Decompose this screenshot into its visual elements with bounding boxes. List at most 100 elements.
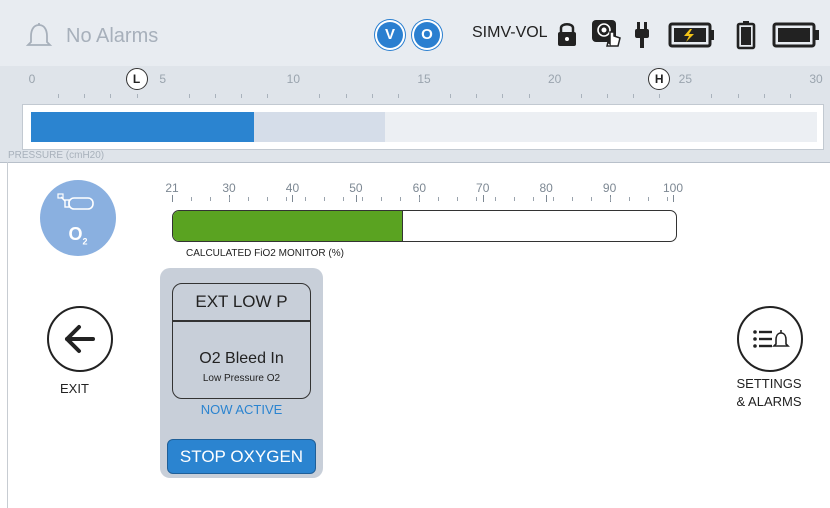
pressure-minor-tick: [84, 94, 86, 98]
pressure-minor-tick: [214, 94, 216, 98]
fio2-minor-tick: [666, 197, 668, 201]
exit-button[interactable]: [47, 306, 113, 372]
arrow-left-icon: [65, 325, 95, 353]
fio2-major-tick: [482, 195, 484, 202]
ventilation-mode: SIMV-VOL: [472, 24, 548, 41]
fio2-minor-tick: [571, 197, 573, 201]
bell-icon: [25, 23, 53, 46]
pressure-minor-tick: [319, 94, 321, 98]
lock-icon[interactable]: [556, 20, 578, 48]
pressure-tick-label: 0: [28, 72, 36, 86]
fio2-minor-tick: [343, 197, 345, 201]
fio2-minor-tick: [647, 197, 649, 201]
settings-label-line1: SETTINGS: [736, 376, 802, 391]
pressure-minor-tick: [371, 94, 373, 98]
badge-v: V: [377, 22, 403, 48]
fio2-minor-tick: [210, 197, 212, 201]
o2-subscript: 2: [82, 236, 88, 247]
pressure-minor-tick: [241, 94, 243, 98]
pressure-label: PRESSURE (cmH20): [8, 150, 105, 161]
fio2-minor-tick: [533, 197, 535, 201]
oxygen-panel: EXT LOW P O2 Bleed In Low Pressure O2 NO…: [160, 268, 323, 478]
fio2-major-tick: [546, 195, 548, 202]
fio2-minor-tick: [419, 197, 421, 201]
panel-title: EXT LOW P: [195, 292, 288, 311]
pressure-gauge: 0 5 10 15 20 25 30 L H PRESSURE (cmH20): [0, 66, 830, 163]
pressure-minor-tick: [450, 94, 452, 98]
pressure-minor-tick: [502, 94, 504, 98]
pressure-minor-tick: [345, 94, 347, 98]
fio2-tick-label: 80: [539, 181, 553, 195]
oxygen-mode-card[interactable]: EXT LOW P O2 Bleed In Low Pressure O2: [172, 283, 311, 399]
battery-charging-icon: [668, 22, 714, 48]
fio2-minor-tick: [286, 197, 288, 201]
stop-oxygen-button[interactable]: STOP OXYGEN: [167, 439, 316, 474]
pressure-minor-tick: [110, 94, 112, 98]
fio2-minor-tick: [191, 197, 193, 201]
fio2-tick-label: 100: [662, 181, 684, 195]
list-bell-icon: [753, 330, 790, 348]
pressure-tick-label: 10: [286, 72, 301, 86]
battery-full-icon: [772, 22, 819, 48]
panel-main-text: O2 Bleed In: [199, 350, 284, 367]
pressure-minor-tick: [789, 94, 791, 98]
pressure-tick-label: 5: [159, 72, 166, 86]
o2-button[interactable]: O2: [40, 180, 116, 256]
pressure-minor-tick: [711, 94, 713, 98]
fio2-minor-tick: [514, 197, 516, 201]
fio2-tick-label: 50: [349, 181, 363, 195]
low-pressure-marker[interactable]: L: [125, 68, 148, 90]
pressure-bar: [22, 104, 824, 150]
pressure-minor-tick: [188, 94, 190, 98]
alarm-status[interactable]: No Alarms: [24, 22, 158, 50]
fio2-label: CALCULATED FiO2 MONITOR (%): [186, 248, 344, 259]
fio2-minor-tick: [248, 197, 250, 201]
battery-vertical-icon: [736, 21, 756, 50]
fio2-minor-tick: [267, 197, 269, 201]
pressure-minor-tick: [606, 94, 608, 98]
fio2-minor-tick: [495, 197, 497, 201]
high-pressure-marker[interactable]: H: [648, 68, 671, 90]
fio2-minor-tick: [438, 197, 440, 201]
fio2-minor-tick: [590, 197, 592, 201]
settings-label-line2: & ALARMS: [736, 394, 802, 409]
pressure-minor-tick: [267, 94, 269, 98]
o2-cylinder-icon: [57, 193, 94, 210]
plug-icon: [635, 22, 649, 48]
badge-o: O: [414, 22, 440, 48]
pressure-minor-tick: [528, 94, 530, 98]
fio2-tick-label: 30: [222, 181, 236, 195]
fio2-fill: [173, 211, 404, 241]
fio2-minor-tick: [552, 197, 554, 201]
fio2-major-tick: [292, 195, 294, 202]
panel-sub-text: Low Pressure O2: [202, 373, 281, 384]
fio2-minor-tick: [381, 197, 383, 201]
fio2-major-tick: [355, 195, 357, 202]
pressure-minor-tick: [476, 94, 478, 98]
pressure-minor-tick: [136, 94, 138, 98]
fio2-tick-label: 70: [476, 181, 490, 195]
pressure-minor-tick: [397, 94, 399, 98]
fio2-tick-label: 40: [285, 181, 300, 195]
settings-alarms-button[interactable]: [737, 306, 803, 372]
pressure-minor-tick: [58, 94, 60, 98]
divider: [7, 162, 8, 508]
fio2-minor-tick: [362, 197, 364, 201]
settings-label: SETTINGS & ALARMS: [713, 375, 825, 411]
panel-status: NOW ACTIVE: [200, 402, 283, 417]
pressure-minor-tick: [633, 94, 635, 98]
pressure-minor-tick: [737, 94, 739, 98]
fio2-minor-tick: [457, 197, 459, 201]
fio2-minor-tick: [305, 197, 307, 201]
pressure-tick-label: 25: [678, 72, 693, 86]
pressure-tick-label: 30: [809, 72, 823, 86]
fio2-minor-tick: [609, 197, 611, 201]
fio2-minor-tick: [324, 197, 326, 201]
fio2-bar: [172, 210, 677, 242]
pressure-minor-tick: [763, 94, 765, 98]
fio2-major-tick: [172, 195, 173, 202]
fio2-minor-tick: [229, 197, 231, 201]
pressure-minor-tick: [659, 94, 661, 98]
pressure-minor-tick: [580, 94, 582, 98]
touch-lock-icon[interactable]: [592, 20, 624, 50]
